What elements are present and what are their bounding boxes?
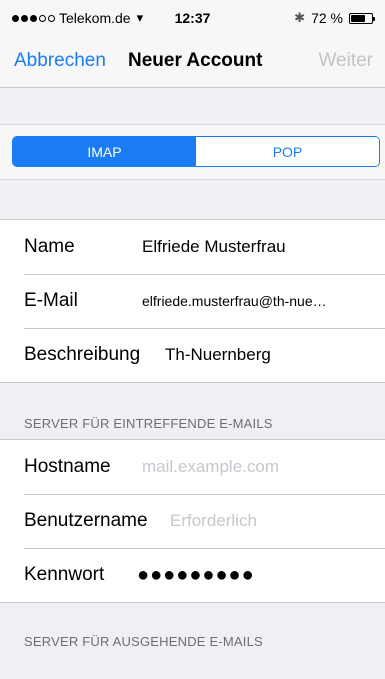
description-row[interactable]: Beschreibung Th-Nuernberg <box>0 328 385 382</box>
incoming-server-header: SERVER FÜR EINTREFFENDE E-MAILS <box>24 416 273 431</box>
password-label: Kennwort <box>24 564 105 585</box>
incoming-server-group: Hostname mail.example.com Benutzername E… <box>0 439 385 603</box>
bluetooth-icon: ✱ <box>294 10 306 25</box>
next-button[interactable]: Weiter <box>318 50 373 72</box>
navigation-bar: Abbrechen Neuer Account Weiter <box>0 38 385 88</box>
outgoing-server-header: SERVER FÜR AUSGEHENDE E-MAILS <box>24 634 263 649</box>
description-label: Beschreibung <box>24 344 141 365</box>
name-field[interactable]: Elfriede Musterfrau <box>142 237 286 257</box>
description-field[interactable]: Th-Nuernberg <box>165 345 271 365</box>
username-row[interactable]: Benutzername Erforderlich <box>0 494 385 548</box>
hostname-row[interactable]: Hostname mail.example.com <box>0 440 385 494</box>
battery-percentage: 72 % <box>311 10 343 26</box>
status-bar: Telekom.de ▾ 12:37 ✱ 72 % <box>0 0 385 38</box>
name-label: Name <box>24 236 75 257</box>
account-type-segmented-control: IMAP POP <box>12 136 380 167</box>
password-input[interactable]: ●●●●●●●●● <box>137 564 255 587</box>
page-title: Neuer Account <box>128 50 263 71</box>
email-field[interactable]: elfriede.musterfrau@th-nue… <box>142 293 327 309</box>
cancel-button[interactable]: Abbrechen <box>14 50 106 72</box>
email-label: E-Mail <box>24 290 78 311</box>
email-row[interactable]: E-Mail elfriede.musterfrau@th-nue… <box>0 274 385 328</box>
segment-pop[interactable]: POP <box>196 137 379 166</box>
name-row[interactable]: Name Elfriede Musterfrau <box>0 220 385 274</box>
battery-level <box>351 14 366 22</box>
account-type-band: IMAP POP <box>0 124 385 180</box>
username-input[interactable]: Erforderlich <box>170 511 257 531</box>
account-info-group: Name Elfriede Musterfrau E-Mail elfriede… <box>0 219 385 383</box>
password-row[interactable]: Kennwort ●●●●●●●●● <box>0 548 385 602</box>
hostname-label: Hostname <box>24 456 111 477</box>
hostname-input[interactable]: mail.example.com <box>142 457 279 477</box>
battery-icon <box>349 12 375 24</box>
segment-imap[interactable]: IMAP <box>13 137 196 166</box>
username-label: Benutzername <box>24 510 148 531</box>
status-bar-right: ✱ 72 % <box>294 10 375 26</box>
